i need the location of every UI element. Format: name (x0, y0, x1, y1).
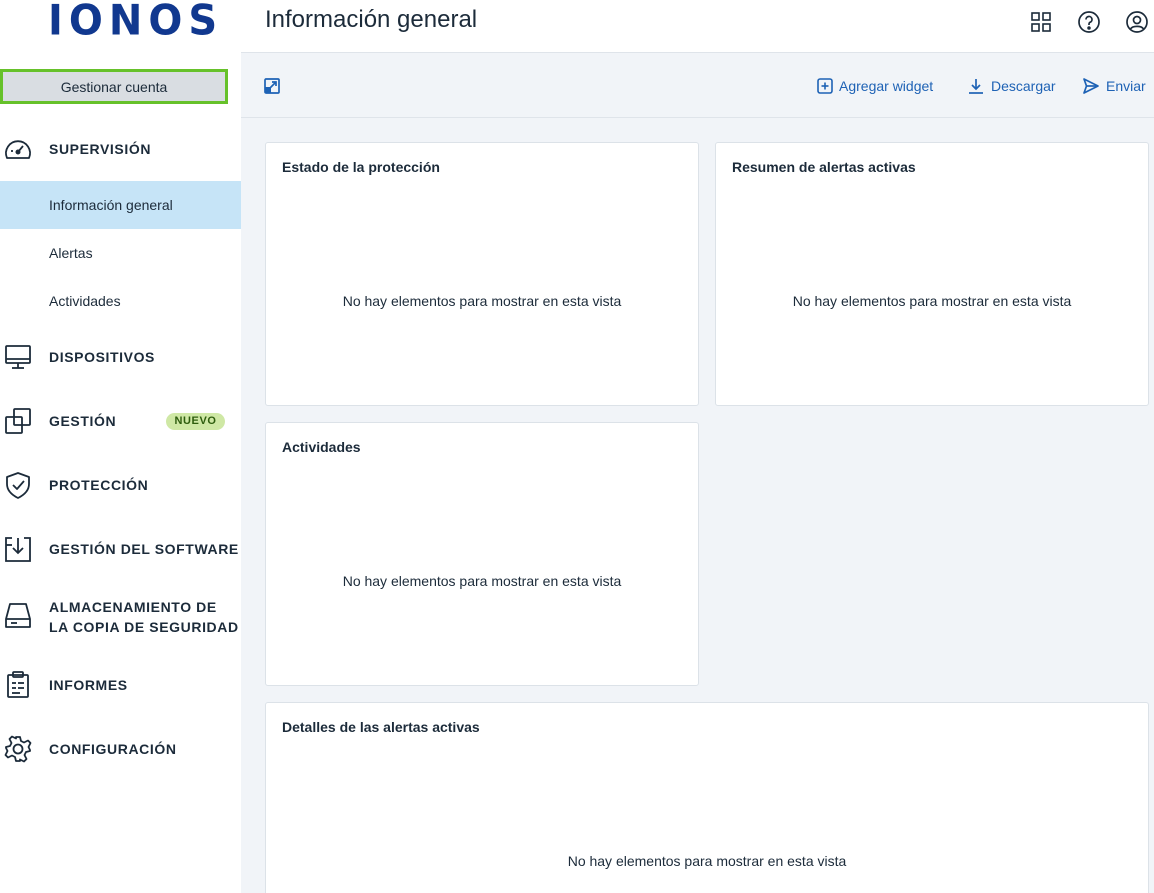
nav-label: SUPERVISIÓN (49, 141, 152, 157)
nav-label-line1: ALMACENAMIENTO DE (49, 599, 217, 615)
storage-drive-icon (2, 600, 34, 632)
nav-section-almacenamiento[interactable]: ALMACENAMIENTO DE LA COPIA DE SEGURIDAD (0, 599, 241, 640)
send-icon (1083, 78, 1099, 94)
widget-protection-status: Estado de la protección No hay elementos… (265, 142, 699, 406)
nav-label: CONFIGURACIÓN (49, 741, 177, 757)
send-label: Enviar (1106, 78, 1146, 94)
new-badge: NUEVO (166, 412, 225, 430)
download-button[interactable]: Descargar (967, 75, 1056, 97)
widget-activities: Actividades No hay elementos para mostra… (265, 422, 699, 686)
nav-section-proteccion[interactable]: PROTECCIÓN (0, 469, 241, 501)
copy-squares-icon (2, 405, 34, 437)
widget-empty-message: No hay elementos para mostrar en esta vi… (567, 853, 847, 869)
widget-title: Detalles de las alertas activas (282, 719, 480, 735)
grid-icon[interactable] (1029, 10, 1053, 34)
gear-icon (2, 733, 34, 765)
nav-label: INFORMES (49, 677, 128, 693)
clipboard-report-icon (2, 669, 34, 701)
nav-label-line2: LA COPIA DE SEGURIDAD (49, 619, 239, 635)
widget-active-alerts-summary: Resumen de alertas activas No hay elemen… (715, 142, 1149, 406)
help-icon[interactable] (1077, 10, 1101, 34)
top-header: Información general (241, 0, 1154, 53)
widget-title: Resumen de alertas activas (732, 159, 916, 175)
monitor-icon (2, 341, 34, 373)
nav-label: DISPOSITIVOS (49, 349, 155, 365)
shield-check-icon (2, 469, 34, 501)
widget-empty-message: No hay elementos para mostrar en esta vi… (342, 293, 622, 309)
nav-section-informes[interactable]: INFORMES (0, 669, 241, 701)
sidebar: IONOS Gestionar cuenta SUPERVISIÓN Infor… (0, 0, 241, 893)
send-button[interactable]: Enviar (1082, 75, 1146, 97)
nav-section-configuracion[interactable]: CONFIGURACIÓN (0, 733, 241, 765)
dashboard-toolbar: Agregar widget Descargar Enviar (241, 53, 1154, 118)
nav-section-gestion[interactable]: GESTIÓN NUEVO (0, 405, 241, 437)
plus-square-icon (817, 78, 833, 94)
ionos-logo[interactable]: IONOS (48, 0, 223, 45)
nav-label: GESTIÓN (49, 413, 117, 429)
nav-section-dispositivos[interactable]: DISPOSITIVOS (0, 341, 241, 373)
sidebar-item-actividades[interactable]: Actividades (0, 277, 241, 325)
widget-empty-message: No hay elementos para mostrar en esta vi… (792, 293, 1072, 309)
user-icon[interactable] (1125, 10, 1149, 34)
nav-section-supervision[interactable]: SUPERVISIÓN (0, 133, 241, 165)
download-icon (969, 79, 983, 94)
sidebar-item-informacion-general[interactable]: Información general (0, 181, 241, 229)
widget-title: Estado de la protección (282, 159, 440, 175)
nav-label: PROTECCIÓN (49, 477, 149, 493)
software-download-icon (2, 533, 34, 565)
add-widget-label: Agregar widget (839, 78, 934, 94)
manage-account-button[interactable]: Gestionar cuenta (0, 69, 228, 104)
sidebar-item-alertas[interactable]: Alertas (0, 229, 241, 277)
page-title: Información general (265, 6, 478, 33)
speedometer-icon (2, 133, 34, 165)
widget-empty-message: No hay elementos para mostrar en esta vi… (342, 573, 622, 589)
nav-section-gestion-software[interactable]: GESTIÓN DEL SOFTWARE (0, 533, 241, 565)
widget-title: Actividades (282, 439, 361, 455)
download-label: Descargar (991, 78, 1056, 94)
expand-icon[interactable] (263, 75, 287, 97)
add-widget-button[interactable]: Agregar widget (817, 75, 933, 97)
widget-active-alerts-details: Detalles de las alertas activas No hay e… (265, 702, 1149, 893)
nav-label: GESTIÓN DEL SOFTWARE (49, 541, 239, 557)
